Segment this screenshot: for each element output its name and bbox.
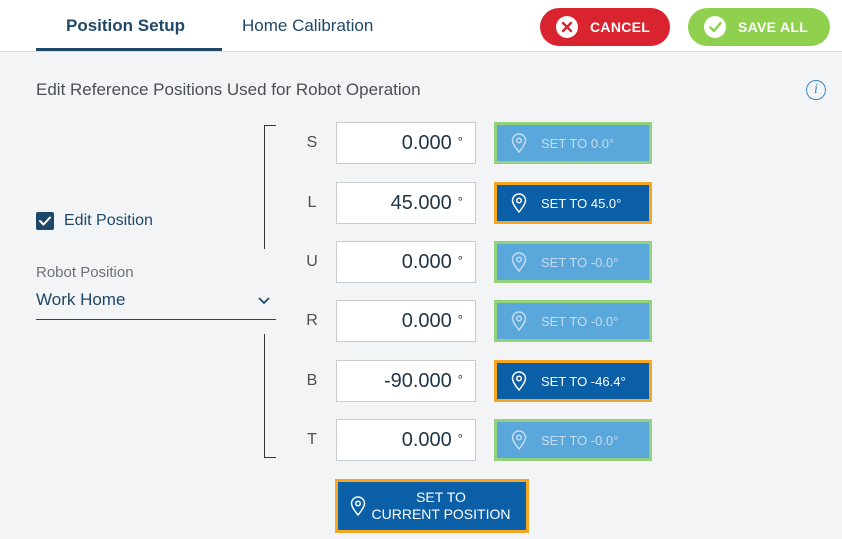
axis-value: 45.000 <box>390 191 452 214</box>
axis-value: 0.000 <box>401 250 452 273</box>
location-pin-icon <box>511 193 527 213</box>
set-to-button[interactable]: SET TO 45.0° <box>494 182 652 224</box>
degree-unit: ° <box>457 133 463 149</box>
axis-label: B <box>306 372 318 389</box>
tab-position-setup[interactable]: Position Setup <box>66 0 185 52</box>
edit-position-label: Edit Position <box>64 212 153 229</box>
axis-value: -90.000 <box>383 369 452 392</box>
location-pin-icon <box>511 430 527 450</box>
bracket-bottom <box>264 334 276 458</box>
axis-label: R <box>306 312 318 329</box>
set-to-button[interactable]: SET TO -46.4° <box>494 360 652 402</box>
save-all-button[interactable]: SAVE ALL <box>688 8 830 46</box>
degree-unit: ° <box>457 371 463 387</box>
chevron-down-icon <box>258 292 270 310</box>
set-to-label: SET TO 45.0° <box>541 195 622 211</box>
axis-value-input[interactable]: 0.000 ° <box>336 419 476 461</box>
location-pin-icon <box>511 133 527 153</box>
page-heading: Edit Reference Positions Used for Robot … <box>36 80 421 99</box>
active-tab-indicator <box>36 48 222 51</box>
set-to-label: SET TO -0.0° <box>541 432 619 448</box>
axis-value: 0.000 <box>401 131 452 154</box>
cancel-button[interactable]: CANCEL <box>540 8 670 46</box>
axis-value-input[interactable]: -90.000 ° <box>336 360 476 402</box>
set-to-current-position-button[interactable]: SET TO CURRENT POSITION <box>335 479 529 533</box>
location-pin-icon <box>511 371 527 391</box>
set-to-button[interactable]: SET TO -0.0° <box>494 241 652 283</box>
robot-position-select[interactable]: Work Home <box>36 286 276 320</box>
axis-value-input[interactable]: 0.000 ° <box>336 300 476 342</box>
robot-position-value: Work Home <box>36 290 126 309</box>
axis-label: U <box>306 253 318 270</box>
set-to-current-line1: SET TO <box>416 489 466 505</box>
set-to-label: SET TO -0.0° <box>541 254 619 270</box>
set-to-button[interactable]: SET TO 0.0° <box>494 122 652 164</box>
bracket-top <box>264 125 276 249</box>
edit-position-checkbox[interactable] <box>36 212 54 230</box>
degree-unit: ° <box>457 193 463 209</box>
cancel-label: CANCEL <box>590 19 651 35</box>
save-all-label: SAVE ALL <box>738 19 809 35</box>
set-to-current-label: SET TO CURRENT POSITION <box>366 489 526 523</box>
axis-value: 0.000 <box>401 428 452 451</box>
location-pin-icon <box>350 496 366 516</box>
set-to-button[interactable]: SET TO -0.0° <box>494 300 652 342</box>
set-to-label: SET TO -46.4° <box>541 373 626 389</box>
set-to-button[interactable]: SET TO -0.0° <box>494 419 652 461</box>
check-circle-icon <box>704 16 726 38</box>
location-pin-icon <box>511 252 527 272</box>
robot-position-label: Robot Position <box>36 264 134 281</box>
degree-unit: ° <box>457 252 463 268</box>
degree-unit: ° <box>457 430 463 446</box>
axis-value-input[interactable]: 0.000 ° <box>336 122 476 164</box>
tab-home-calibration[interactable]: Home Calibration <box>242 0 373 52</box>
info-icon[interactable]: i <box>806 80 826 100</box>
set-to-current-line2: CURRENT POSITION <box>371 506 511 522</box>
axis-value-input[interactable]: 0.000 ° <box>336 241 476 283</box>
set-to-label: SET TO 0.0° <box>541 135 615 151</box>
edit-position-toggle[interactable]: Edit Position <box>36 212 153 230</box>
axis-label: L <box>307 194 317 211</box>
axis-value-input[interactable]: 45.000 ° <box>336 182 476 224</box>
top-bar: Position Setup Home Calibration CANCEL S… <box>0 0 842 52</box>
axis-label: T <box>307 431 317 448</box>
axis-value: 0.000 <box>401 309 452 332</box>
set-to-label: SET TO -0.0° <box>541 313 619 329</box>
location-pin-icon <box>511 311 527 331</box>
degree-unit: ° <box>457 311 463 327</box>
x-circle-icon <box>556 16 578 38</box>
axis-label: S <box>306 134 318 151</box>
